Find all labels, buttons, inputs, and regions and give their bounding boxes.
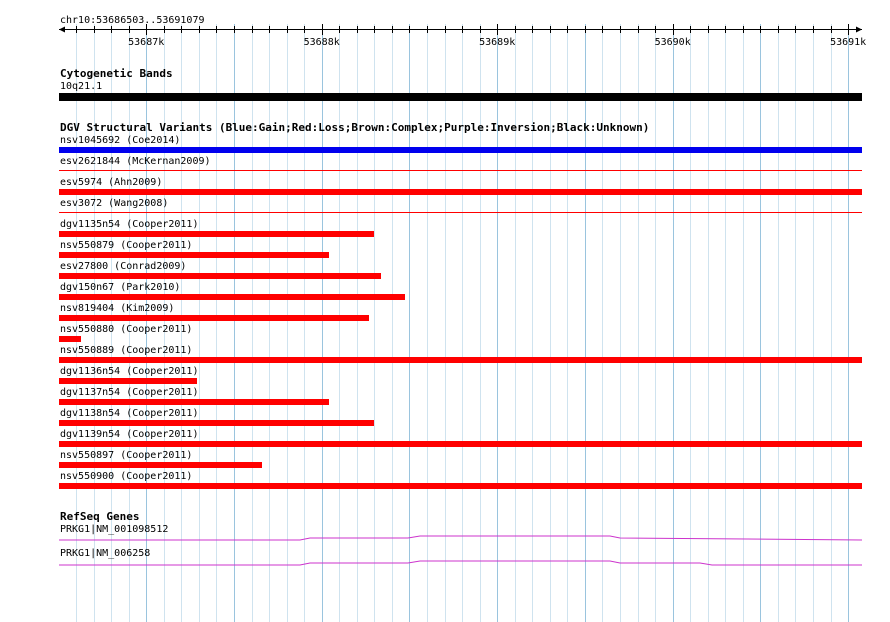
variant-bar[interactable] bbox=[59, 357, 862, 363]
ruler-tick-label: 53687k bbox=[128, 37, 164, 48]
cytoband-label: 10q21.1 bbox=[60, 81, 103, 92]
genome-browser: chr10:53686503..53691079 53687k 53688k 536… bbox=[0, 0, 890, 622]
variant-label: nsv550889 (Cooper2011) bbox=[60, 345, 193, 356]
variant-label: dgv1136n54 (Cooper2011) bbox=[60, 366, 199, 377]
ruler-tick-label: 53690k bbox=[655, 37, 691, 48]
variant-bar[interactable] bbox=[59, 294, 405, 300]
variant-bar[interactable] bbox=[59, 462, 262, 468]
variant-bar[interactable] bbox=[59, 252, 329, 258]
variant-bar[interactable] bbox=[59, 441, 862, 447]
variant-label: dgv1138n54 (Cooper2011) bbox=[60, 408, 199, 419]
variant-label: nsv1045692 (Coe2014) bbox=[60, 135, 181, 146]
variant-bar[interactable] bbox=[59, 336, 81, 342]
refseq-genes bbox=[59, 535, 863, 566]
variant-label: esv2621844 (McKernan2009) bbox=[60, 156, 211, 167]
variant-bar[interactable] bbox=[59, 483, 862, 489]
variant-label: dgv1135n54 (Cooper2011) bbox=[60, 219, 199, 230]
variant-label: nsv550880 (Cooper2011) bbox=[60, 324, 193, 335]
variant-label: esv27800 (Conrad2009) bbox=[60, 261, 187, 272]
variant-bar[interactable] bbox=[59, 189, 862, 195]
variant-label: nsv550879 (Cooper2011) bbox=[60, 240, 193, 251]
variant-label: dgv1137n54 (Cooper2011) bbox=[60, 387, 199, 398]
cytoband-track-title: Cytogenetic Bands bbox=[60, 67, 173, 80]
variant-bar[interactable] bbox=[59, 147, 862, 153]
variant-bar[interactable] bbox=[59, 399, 329, 405]
refseq-track-title: RefSeq Genes bbox=[60, 510, 140, 523]
ruler-tick-label: 53691k bbox=[830, 37, 866, 48]
variant-label: dgv150n67 (Park2010) bbox=[60, 282, 181, 293]
variant-label: dgv1139n54 (Cooper2011) bbox=[60, 429, 199, 440]
variant-bar[interactable] bbox=[59, 378, 197, 384]
variant-bar[interactable] bbox=[59, 231, 374, 237]
variant-label: nsv550900 (Cooper2011) bbox=[60, 471, 193, 482]
cytoband-bar[interactable] bbox=[59, 93, 862, 101]
variant-label: esv5974 (Ahn2009) bbox=[60, 177, 163, 188]
ruler-tick-label: 53688k bbox=[304, 37, 340, 48]
ruler-tick-label: 53689k bbox=[479, 37, 515, 48]
ruler-arrow-right bbox=[856, 26, 862, 33]
ruler-arrow-left bbox=[59, 26, 65, 33]
gene-model[interactable] bbox=[59, 560, 862, 566]
variant-label: esv3072 (Wang2008) bbox=[60, 198, 169, 209]
variant-bar[interactable] bbox=[59, 273, 381, 279]
variant-bar[interactable] bbox=[59, 212, 862, 213]
variant-label: nsv550897 (Cooper2011) bbox=[60, 450, 193, 461]
ruler: 53687k 53688k 53689k 53690k 53691k bbox=[59, 24, 866, 48]
variant-bar[interactable] bbox=[59, 315, 369, 321]
variant-bar[interactable] bbox=[59, 170, 862, 171]
variant-bar[interactable] bbox=[59, 420, 374, 426]
variant-label: nsv819404 (Kim2009) bbox=[60, 303, 175, 314]
dgv-track-title: DGV Structural Variants (Blue:Gain;Red:L… bbox=[60, 121, 650, 134]
gene-model[interactable] bbox=[59, 535, 863, 541]
